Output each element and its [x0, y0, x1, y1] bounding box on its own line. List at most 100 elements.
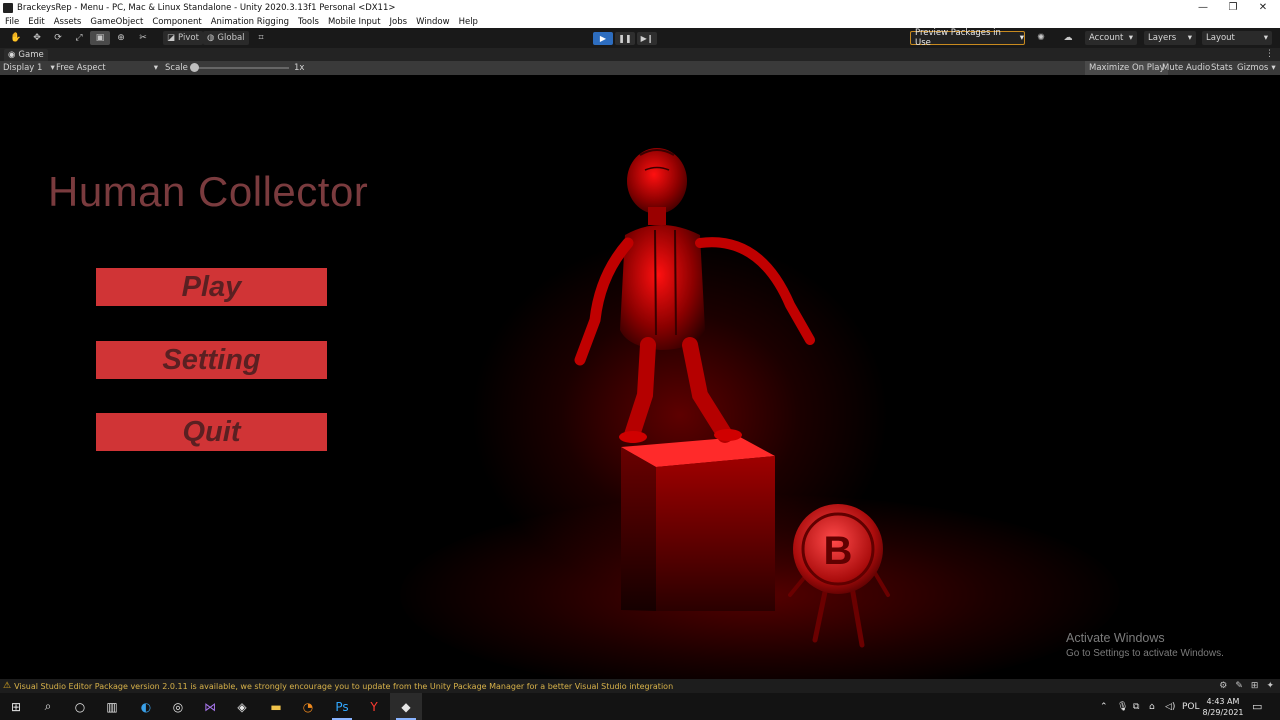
yandex-browser-icon[interactable]: Y: [358, 693, 390, 720]
rotate-tool-icon[interactable]: ⟳: [48, 31, 68, 45]
github-icon[interactable]: ◎: [162, 693, 194, 720]
maximize-on-play-toggle[interactable]: Maximize On Play: [1085, 61, 1169, 75]
chevron-down-icon: ▾: [1187, 33, 1192, 43]
visual-studio-icon[interactable]: ⋈: [194, 693, 226, 720]
volume-icon[interactable]: ◁): [1165, 693, 1175, 720]
custom-tool-icon[interactable]: ✂: [133, 31, 153, 45]
scale-slider-handle[interactable]: [190, 63, 199, 72]
stats-toggle[interactable]: Stats: [1211, 61, 1233, 75]
gamepad-icon: ◉: [8, 50, 16, 60]
layout-dropdown[interactable]: Layout ▾: [1202, 31, 1272, 45]
task-view-icon[interactable]: ▥: [96, 693, 128, 720]
quit-menu-button[interactable]: Quit: [96, 413, 327, 451]
chevron-down-icon: ▾: [1263, 33, 1268, 43]
taskbar-clock[interactable]: 4:43 AM 8/29/2021: [1198, 696, 1248, 718]
menu-bar: File Edit Assets GameObject Component An…: [0, 15, 1280, 28]
debug-icon[interactable]: ✦: [1266, 681, 1274, 691]
globe-icon: ◍: [207, 33, 215, 43]
account-label: Account: [1089, 33, 1124, 43]
gizmos-toggle[interactable]: Gizmos ▾: [1237, 61, 1276, 75]
windows-start-icon[interactable]: ⊞: [0, 693, 32, 720]
scale-label: Scale: [165, 63, 188, 73]
transform-tool-icon[interactable]: ⊕: [111, 31, 131, 45]
tab-options-icon[interactable]: ⋮: [1265, 49, 1274, 59]
cube-pedestal: [621, 437, 775, 611]
status-icons: ⚙ ✎ ⊞ ✦: [1219, 681, 1274, 691]
layout-label: Layout: [1206, 33, 1235, 43]
scale-value: 1x: [294, 63, 305, 73]
language-indicator[interactable]: POL: [1182, 693, 1200, 720]
coin-model: B: [788, 504, 890, 648]
menu-gameobject[interactable]: GameObject: [90, 17, 143, 27]
activate-windows-title: Activate Windows: [1066, 631, 1165, 645]
blender-icon[interactable]: ◔: [292, 693, 324, 720]
aspect-dropdown[interactable]: Free Aspect ▾: [56, 61, 158, 75]
services-sun-icon[interactable]: ✺: [1031, 31, 1051, 45]
menu-mobile-input[interactable]: Mobile Input: [328, 17, 381, 27]
tab-game[interactable]: ◉ Game: [4, 49, 48, 61]
unity-hub-icon[interactable]: ◈: [226, 693, 258, 720]
hand-tool-icon[interactable]: ✋: [6, 31, 26, 45]
global-toggle[interactable]: ◍ Global: [203, 31, 249, 45]
pivot-icon: ◪: [167, 33, 176, 43]
menu-jobs[interactable]: Jobs: [390, 17, 408, 27]
menu-window[interactable]: Window: [416, 17, 450, 27]
progress-icon[interactable]: ⚙: [1219, 681, 1227, 691]
console-status-bar[interactable]: ⚠ Visual Studio Editor Package version 2…: [0, 679, 1280, 693]
minimize-button[interactable]: —: [1188, 0, 1218, 15]
menu-edit[interactable]: Edit: [28, 17, 44, 27]
chevron-down-icon: ▾: [1019, 33, 1024, 43]
play-menu-button[interactable]: Play: [96, 268, 327, 306]
pivot-toggle[interactable]: ◪ Pivot: [163, 31, 203, 45]
file-explorer-icon[interactable]: ▬: [260, 693, 292, 720]
chevron-down-icon: ▾: [50, 63, 55, 73]
layers-dropdown[interactable]: Layers ▾: [1144, 31, 1196, 45]
screen-record-icon[interactable]: ⧉: [1133, 693, 1139, 720]
edge-browser-icon[interactable]: ◐: [130, 693, 162, 720]
notifications-icon[interactable]: ▭: [1252, 693, 1262, 720]
search-icon[interactable]: ⌕: [32, 693, 64, 720]
scale-tool-icon[interactable]: ⤢: [69, 31, 89, 45]
preview-packages-dropdown[interactable]: Preview Packages in Use ▾: [910, 28, 1025, 48]
menu-tools[interactable]: Tools: [298, 17, 319, 27]
unity-editor-icon[interactable]: ◆: [390, 693, 422, 720]
collab-icon[interactable]: ⊞: [1251, 681, 1259, 691]
account-dropdown[interactable]: Account ▾: [1085, 31, 1137, 45]
network-icon[interactable]: ⌂: [1149, 693, 1155, 720]
rect-tool-icon[interactable]: ▣: [90, 31, 110, 45]
step-button[interactable]: ▶❙: [637, 32, 657, 45]
chevron-down-icon: ▾: [1128, 33, 1133, 43]
menu-file[interactable]: File: [5, 17, 19, 27]
display-dropdown[interactable]: Display 1 ▾: [3, 61, 55, 75]
title-bar: BrackeysRep - Menu - PC, Mac & Linux Sta…: [0, 0, 1280, 15]
cloud-icon[interactable]: ☁: [1058, 31, 1078, 45]
pause-button[interactable]: ❚❚: [615, 32, 635, 45]
mute-audio-toggle[interactable]: Mute Audio: [1162, 61, 1210, 75]
game-title: Human Collector: [48, 168, 369, 215]
restore-button[interactable]: ❐: [1218, 0, 1248, 15]
menu-animation-rigging[interactable]: Animation Rigging: [211, 17, 289, 27]
game-view: B Human Collector Play Setting Quit Acti…: [0, 75, 1280, 679]
grid-snap-icon[interactable]: ⌗: [251, 31, 271, 45]
chevron-down-icon: ▾: [153, 63, 158, 73]
layers-label: Layers: [1148, 33, 1177, 43]
cortana-icon[interactable]: ○: [64, 693, 96, 720]
play-button[interactable]: ▶: [593, 32, 613, 45]
chevron-down-icon: ▾: [1271, 63, 1276, 73]
microphone-icon[interactable]: 🎙︎: [1117, 693, 1128, 720]
pivot-label: Pivot: [178, 33, 199, 43]
character-model: [574, 148, 815, 443]
menu-help[interactable]: Help: [459, 17, 478, 27]
menu-component[interactable]: Component: [152, 17, 201, 27]
status-message: Visual Studio Editor Package version 2.0…: [14, 681, 674, 691]
setting-menu-button[interactable]: Setting: [96, 341, 327, 379]
tray-overflow-icon[interactable]: ⌃: [1100, 693, 1108, 720]
unity-editor-window: BrackeysRep - Menu - PC, Mac & Linux Sta…: [0, 0, 1280, 720]
move-tool-icon[interactable]: ✥: [27, 31, 47, 45]
game-view-toolbar: Display 1 ▾ Free Aspect ▾ Scale 1x Maxim…: [0, 61, 1280, 75]
auto-generate-lighting-icon[interactable]: ✎: [1235, 681, 1243, 691]
photoshop-icon[interactable]: Ps: [326, 693, 358, 720]
close-button[interactable]: ✕: [1248, 0, 1278, 15]
scale-slider-track[interactable]: [195, 67, 289, 69]
menu-assets[interactable]: Assets: [54, 17, 82, 27]
